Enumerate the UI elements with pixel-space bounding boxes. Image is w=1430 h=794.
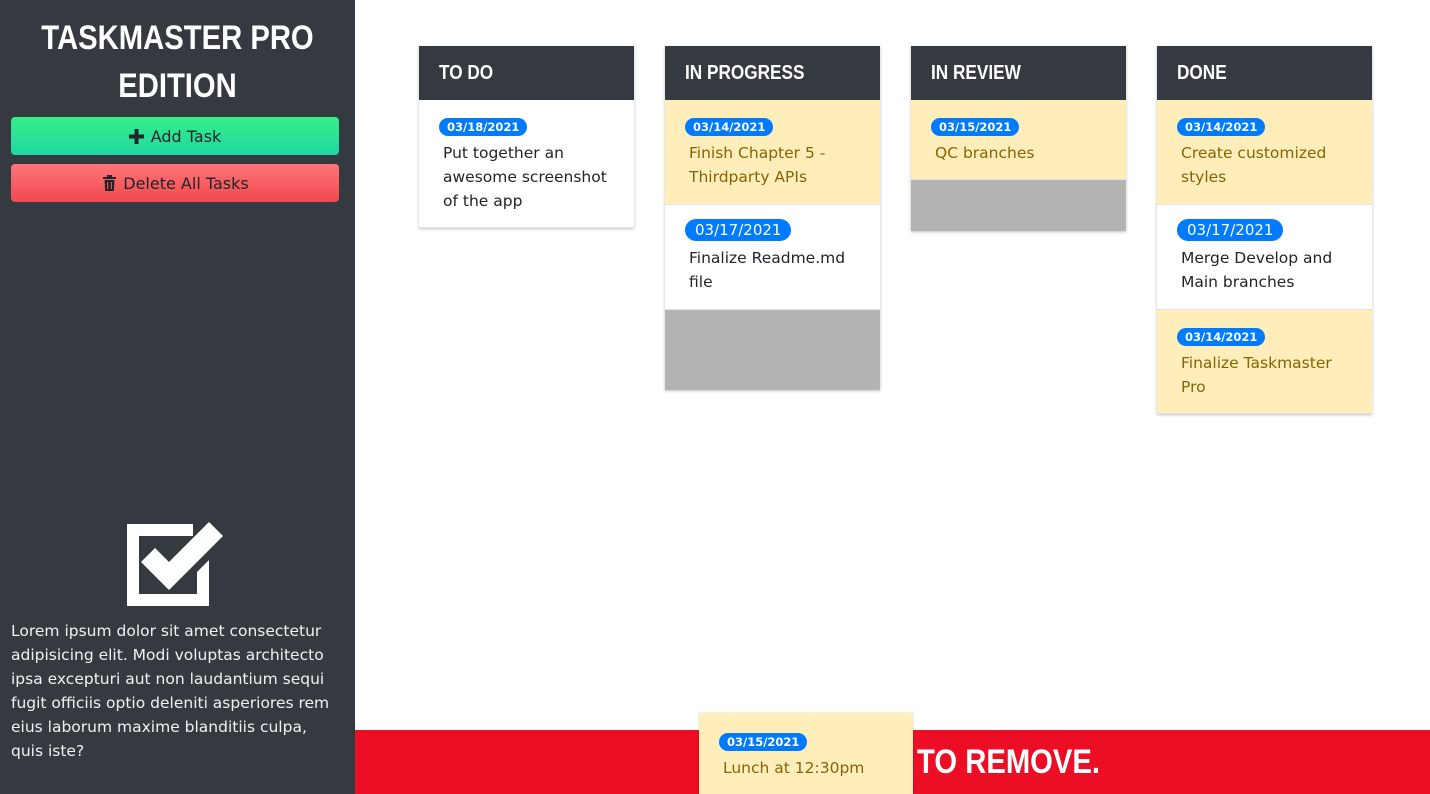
- column-done: Done 03/14/2021 Create customized styles…: [1157, 46, 1372, 414]
- task-card[interactable]: 03/17/2021 Merge Develop and Main branch…: [1157, 205, 1372, 310]
- due-date-badge: 03/17/2021: [1177, 219, 1284, 241]
- task-text: Put together an awesome screenshot of th…: [443, 144, 607, 210]
- task-card[interactable]: 03/15/2021 QC branches: [911, 100, 1126, 180]
- drop-placeholder: [665, 310, 880, 390]
- trash-label: TO REMOVE.: [917, 743, 1101, 781]
- column-title: In Progress: [685, 61, 805, 84]
- column-header: To Do: [419, 46, 634, 100]
- sidebar: TASKMASTER PRO EDITION Add Task Delete A…: [0, 0, 355, 794]
- app-title-line1: TASKMASTER PRO: [41, 19, 314, 57]
- task-text: Create customized styles: [1181, 144, 1327, 186]
- delete-all-tasks-button[interactable]: Delete All Tasks: [11, 164, 339, 202]
- drop-placeholder: [911, 180, 1126, 231]
- due-date-badge: 03/14/2021: [685, 118, 774, 136]
- plus-icon: [129, 128, 145, 144]
- task-card[interactable]: 03/14/2021 Finish Chapter 5 - Thirdparty…: [665, 100, 880, 205]
- check-square-icon: [125, 520, 225, 608]
- task-text: Finalize Taskmaster Pro: [1181, 354, 1332, 396]
- task-text: Finish Chapter 5 - Thirdparty APIs: [689, 144, 826, 186]
- add-task-label: Add Task: [150, 126, 222, 146]
- column-in-review: In Review 03/15/2021 QC branches: [911, 46, 1126, 231]
- column-in-progress: In Progress 03/14/2021 Finish Chapter 5 …: [665, 46, 880, 390]
- column-header: In Progress: [665, 46, 880, 100]
- task-card[interactable]: 03/14/2021 Finalize Taskmaster Pro: [1157, 310, 1372, 414]
- sidebar-description: Lorem ipsum dolor sit amet consectetur a…: [11, 622, 330, 760]
- column-title: To Do: [439, 61, 494, 84]
- task-card[interactable]: 03/17/2021 Finalize Readme.md file: [665, 205, 880, 310]
- task-card[interactable]: 03/18/2021 Put together an awesome scree…: [419, 100, 634, 228]
- column-title: In Review: [931, 61, 1021, 84]
- dragging-task-card[interactable]: 03/15/2021 Lunch at 12:30pm: [699, 713, 913, 794]
- due-date-badge: 03/15/2021: [719, 733, 808, 751]
- due-date-badge: 03/15/2021: [931, 118, 1020, 136]
- add-task-button[interactable]: Add Task: [11, 117, 339, 155]
- task-card[interactable]: 03/14/2021 Create customized styles: [1157, 100, 1372, 205]
- app-title-line2: EDITION: [118, 67, 237, 105]
- app-title: TASKMASTER PRO EDITION: [25, 14, 330, 110]
- column-to-do: To Do 03/18/2021 Put together an awesome…: [419, 46, 634, 228]
- column-header: In Review: [911, 46, 1126, 100]
- due-date-badge: 03/18/2021: [439, 118, 528, 136]
- due-date-badge: 03/14/2021: [1177, 328, 1266, 346]
- task-text: Merge Develop and Main branches: [1181, 249, 1333, 291]
- trash-icon: [101, 175, 117, 191]
- column-header: Done: [1157, 46, 1372, 100]
- due-date-badge: 03/14/2021: [1177, 118, 1266, 136]
- due-date-badge: 03/17/2021: [685, 219, 792, 241]
- delete-all-label: Delete All Tasks: [123, 173, 249, 193]
- task-text: Finalize Readme.md file: [689, 249, 846, 291]
- column-title: Done: [1177, 61, 1227, 84]
- task-text: Lunch at 12:30pm: [723, 759, 865, 777]
- task-text: QC branches: [935, 144, 1035, 162]
